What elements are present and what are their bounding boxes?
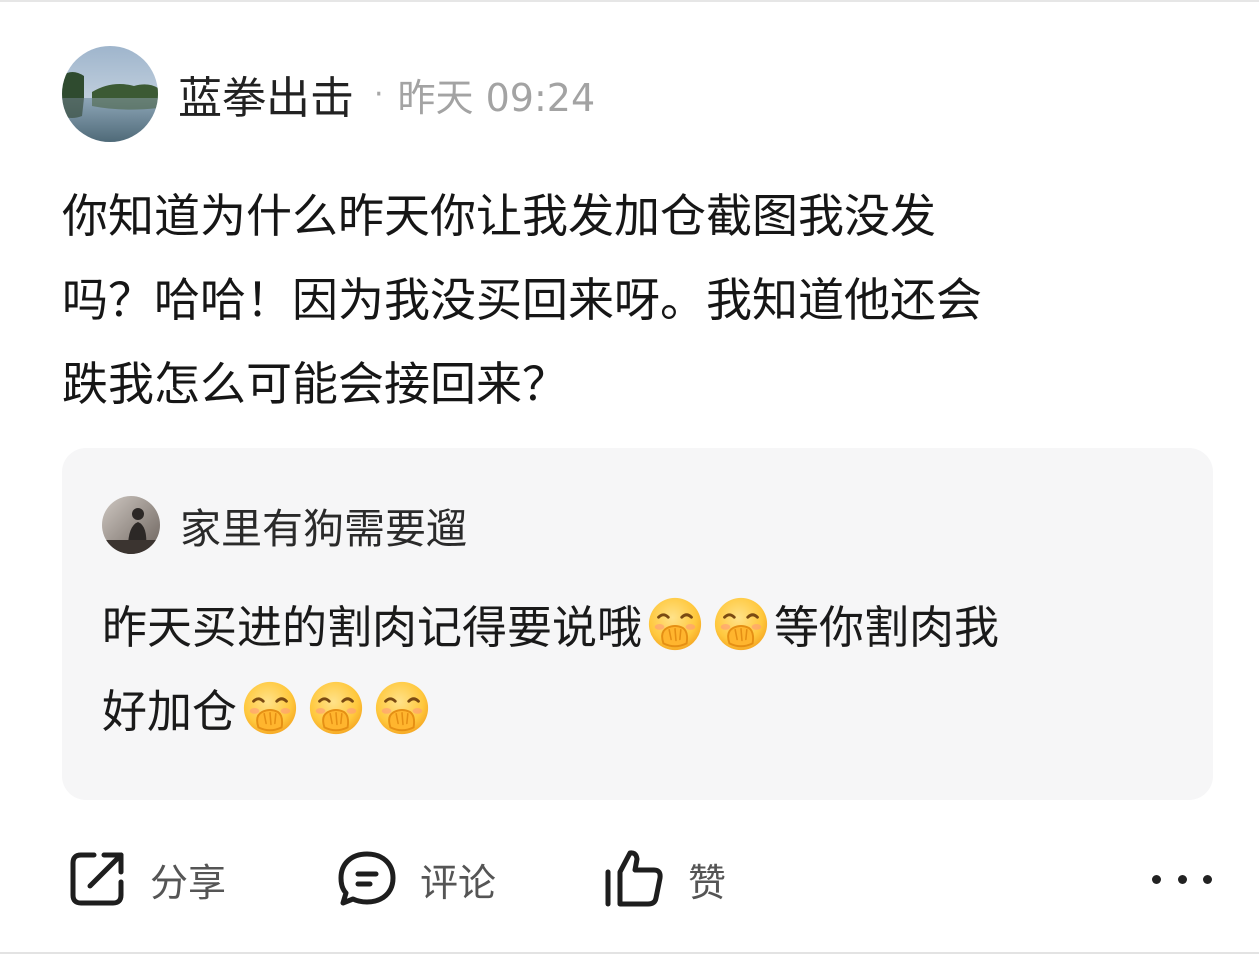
thumbs-up-icon [605,850,663,907]
like-button[interactable]: 赞 [602,842,726,916]
quoted-text-segment: 好加仓 [102,685,238,738]
hand-over-mouth-emoji [373,679,431,737]
quoted-author-name[interactable]: 家里有狗需要遛 [180,495,467,555]
author-avatar[interactable] [62,46,158,142]
hand-over-mouth-emoji [646,595,704,653]
quoted-author-avatar[interactable] [102,496,160,554]
post-body-line: 你知道为什么昨天你让我发加仓截图我没发 [62,189,936,243]
hand-over-mouth-emoji [307,679,365,737]
more-dot [1177,874,1187,884]
quoted-text-segment: 等你割肉我 [774,601,1000,654]
share-icon [70,852,124,906]
share-label: 分享 [150,860,227,905]
share-button[interactable]: 分享 [66,842,226,916]
meta-separator: · [374,76,384,112]
bottom-divider [0,952,1259,954]
hand-over-mouth-emoji [712,595,770,653]
quoted-post-card[interactable]: 家里有狗需要遛 昨天买进的割肉记得要说哦 等你割肉我 好加仓 [62,448,1213,800]
more-dot [1152,874,1161,884]
action-bar: 分享 评论 赞 [62,842,1212,916]
quoted-post-body: 昨天买进的割肉记得要说哦 等你割肉我 好加仓 [102,586,1182,754]
post-timestamp: 昨天 09:24 [397,75,596,120]
comment-button[interactable]: 评论 [336,842,496,916]
like-label: 赞 [688,860,727,905]
comment-icon [338,851,396,906]
hand-over-mouth-emoji [241,679,299,737]
more-dot [1203,874,1212,884]
post-body-line: 跌我怎么可能会接回来？ [62,357,568,411]
more-icon[interactable] [1152,862,1212,896]
top-divider [0,0,1259,2]
quoted-text-segment: 昨天买进的割肉记得要说哦 [102,601,643,654]
author-name[interactable]: 蓝拳出击 [178,62,354,126]
post-body[interactable]: 你知道为什么昨天你让我发加仓截图我没发 吗？哈哈！因为我没买回来呀。我知道他还会… [62,174,1212,426]
comment-label: 评论 [420,860,497,905]
quoted-post-header: 家里有狗需要遛 [102,495,467,555]
post-header: 蓝拳出击 · 昨天 09:24 [62,46,595,142]
post-body-line: 吗？哈哈！因为我没买回来呀。我知道他还会 [62,273,982,327]
